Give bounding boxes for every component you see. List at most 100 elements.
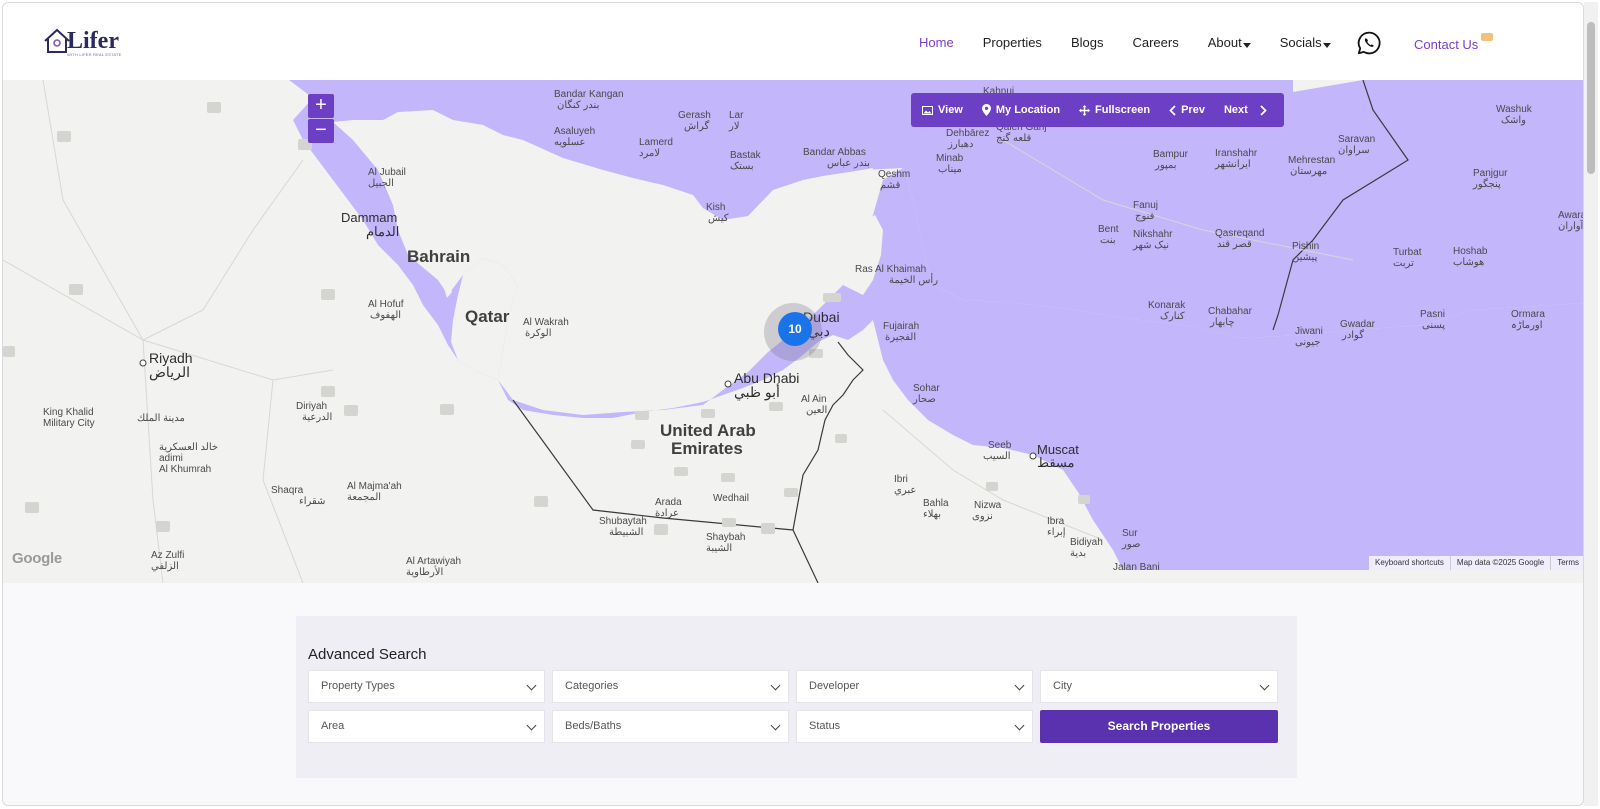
contact-badge xyxy=(1481,33,1493,41)
developer-select[interactable]: Developer xyxy=(796,670,1033,703)
map-pin-icon xyxy=(981,104,991,116)
browser-viewport: Lifer WITH LIFER REAL ESTATE Home Proper… xyxy=(2,2,1584,806)
nav-blogs[interactable]: Blogs xyxy=(1071,35,1104,50)
next-button[interactable]: Next xyxy=(1224,104,1272,116)
my-location-label: My Location xyxy=(995,104,1061,116)
view-label: View xyxy=(938,104,963,116)
map-label: كيش xyxy=(708,213,729,224)
map-label: المجمعة xyxy=(347,492,382,503)
logo-text: Lifer xyxy=(67,28,119,54)
nav-properties[interactable]: Properties xyxy=(983,35,1042,50)
map-label: Seeb xyxy=(988,440,1012,451)
city-select[interactable]: City xyxy=(1040,670,1278,703)
map-label: إبراء xyxy=(1047,527,1066,538)
nav-about[interactable]: About xyxy=(1208,35,1251,50)
map-label: Military City xyxy=(43,418,95,429)
map-label: فنوج xyxy=(1135,211,1155,222)
map-label: Sohar xyxy=(913,383,940,394)
caret-down-icon xyxy=(1322,43,1331,48)
map-label: بندر عباس xyxy=(827,158,870,169)
chevron-down-icon xyxy=(1014,680,1025,691)
chevron-left-icon xyxy=(1169,104,1176,116)
nav-home[interactable]: Home xyxy=(919,35,954,50)
whatsapp-icon[interactable] xyxy=(1357,31,1381,55)
my-location-button[interactable]: My Location xyxy=(981,104,1061,116)
scrollbar-thumb[interactable] xyxy=(1587,22,1595,174)
property-types-select[interactable]: Property Types xyxy=(308,670,545,703)
google-logo: Google xyxy=(12,550,62,567)
map-label: Konarak xyxy=(1148,300,1186,311)
prev-label: Prev xyxy=(1181,104,1205,116)
map-label: مهرستان xyxy=(1290,166,1328,177)
map-label: صور xyxy=(1122,539,1141,550)
map-data-text: Map data ©2025 Google xyxy=(1449,556,1550,570)
map-label: Mehrestan xyxy=(1288,155,1336,166)
map-attribution: Keyboard shortcuts Map data ©2025 Google… xyxy=(1368,556,1583,570)
nav-socials[interactable]: Socials xyxy=(1280,35,1331,50)
categories-select[interactable]: Categories xyxy=(552,670,789,703)
page-scrollbar[interactable] xyxy=(1584,2,1598,806)
map-label: Saravan xyxy=(1338,134,1376,145)
map-label: السيب xyxy=(983,451,1011,462)
fullscreen-button[interactable]: Fullscreen xyxy=(1079,104,1150,116)
map-label: Washuk xyxy=(1496,104,1532,115)
map-label: Asaluyeh xyxy=(554,126,596,137)
contact-us-link[interactable]: Contact Us xyxy=(1414,37,1478,52)
keyboard-shortcuts-link[interactable]: Keyboard shortcuts xyxy=(1369,556,1450,570)
map-label: صحار xyxy=(913,394,936,405)
nav-careers[interactable]: Careers xyxy=(1132,35,1178,50)
map-label: مدينة الملك xyxy=(137,413,185,424)
beds-baths-select[interactable]: Beds/Baths xyxy=(552,710,789,743)
search-title: Advanced Search xyxy=(308,646,427,663)
chevron-down-icon xyxy=(526,680,537,691)
map-label: Bandar Kangan xyxy=(554,89,624,100)
map-label: King Khalid xyxy=(43,407,94,418)
map-label: الهفوف xyxy=(370,310,402,321)
chevron-down-icon xyxy=(1259,680,1270,691)
map-label: Lar xyxy=(729,110,744,121)
zoom-out-button[interactable]: − xyxy=(308,119,334,143)
map-label: Wedhail xyxy=(713,493,749,504)
map-label: الدرعية xyxy=(302,412,333,423)
status-select[interactable]: Status xyxy=(796,710,1033,743)
map-label: Fanuj xyxy=(1133,200,1159,211)
view-button[interactable]: View xyxy=(922,104,963,116)
select-label: Status xyxy=(809,720,841,732)
area-select[interactable]: Area xyxy=(308,710,545,743)
map-label: Al Khumrah xyxy=(159,464,212,475)
map-label-uae: United Arab xyxy=(660,421,756,440)
map-label: Dehbārez xyxy=(946,128,990,139)
map-label: Bahla xyxy=(923,498,949,509)
chevron-down-icon xyxy=(770,720,781,731)
terms-link[interactable]: Terms xyxy=(1550,556,1583,570)
map-label: قشم xyxy=(880,180,901,191)
map-label: الوكرة xyxy=(525,328,552,339)
map-label: خالد العسكرية xyxy=(159,442,219,453)
map-label: لامرد xyxy=(639,148,661,159)
map-label: رأس الخيمة xyxy=(889,275,939,286)
map-label: پنجگور xyxy=(1473,179,1501,190)
map-label: Arada xyxy=(655,497,682,508)
map-label-dammam-ar: الدمام xyxy=(366,224,400,239)
map-toolbar: View My Location Fullscreen Prev Next xyxy=(911,93,1284,127)
map-label: Fujairah xyxy=(883,321,920,332)
map-label: بمپور xyxy=(1155,160,1177,171)
zoom-in-button[interactable]: + xyxy=(308,94,334,118)
chevron-down-icon xyxy=(526,720,537,731)
logo[interactable]: Lifer WITH LIFER REAL ESTATE xyxy=(43,28,121,57)
search-properties-button[interactable]: Search Properties xyxy=(1040,710,1278,743)
property-cluster-marker[interactable]: 10 xyxy=(778,312,812,346)
map-label: بستک xyxy=(730,161,754,172)
map-label: جیونی xyxy=(1295,337,1321,348)
map-label: Al Wakrah xyxy=(523,317,569,328)
map-label: Az Zulfi xyxy=(151,550,185,561)
caret-down-icon xyxy=(1242,43,1251,48)
map-label: Pishin xyxy=(1292,241,1320,252)
map-label-emirates: Emirates xyxy=(671,439,743,458)
map-label: Kish xyxy=(706,202,726,213)
select-label: Beds/Baths xyxy=(565,720,622,732)
map-label: سراوان xyxy=(1338,145,1370,156)
map-label: adimi xyxy=(159,453,183,464)
property-map[interactable]: Riyadh الرياض King Khalid Military City … xyxy=(3,80,1583,583)
prev-button[interactable]: Prev xyxy=(1169,104,1205,116)
